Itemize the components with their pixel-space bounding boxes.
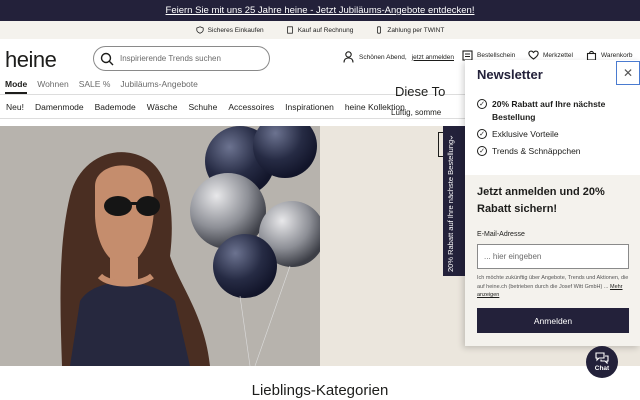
- legal-text: Ich möchte zukünftig über Angebote, Tren…: [477, 274, 632, 300]
- check-circle-icon: ✓: [477, 146, 487, 156]
- nav-item-schuhe[interactable]: Schuhe: [188, 102, 217, 112]
- close-icon[interactable]: ✕: [623, 66, 633, 80]
- nav-top-wohnen[interactable]: Wohnen: [37, 79, 69, 94]
- trust-item-invoice: Kauf auf Rechnung: [286, 26, 354, 34]
- benefit-item: ✓ Exklusive Vorteile: [477, 128, 627, 141]
- benefit-item: ✓ 20% Rabatt auf Ihre nächste Bestellung: [477, 98, 627, 124]
- phone-icon: [377, 26, 382, 34]
- search-input[interactable]: [120, 54, 260, 63]
- greeting-text: Schönen Abend,: [359, 53, 407, 61]
- nav-item-waesche[interactable]: Wäsche: [147, 102, 178, 112]
- trust-item-secure: Sicheres Einkaufen: [196, 26, 264, 34]
- nav-item-bademode[interactable]: Bademode: [95, 102, 136, 112]
- section-title: Lieblings-Kategorien: [251, 382, 389, 399]
- check-circle-icon: ✓: [477, 99, 487, 109]
- promo-bar[interactable]: Feiern Sie mit uns 25 Jahre heine - Jetz…: [0, 0, 640, 21]
- trust-item-twint: Zahlung per TWINT: [375, 26, 444, 34]
- nav-item-damenmode[interactable]: Damenmode: [35, 102, 84, 112]
- wishlist-label: Merkzettel: [543, 51, 573, 59]
- nav-item-neu[interactable]: Neu!: [6, 102, 24, 112]
- chat-button[interactable]: Chat: [586, 346, 618, 378]
- side-tab-label: 20% Rabatt auf Ihre nächste Bestellung: [446, 139, 455, 272]
- shield-icon: [196, 26, 204, 34]
- trust-label: Kauf auf Rechnung: [297, 26, 354, 34]
- hero-title: Diese To: [395, 84, 446, 99]
- benefit-item: ✓ Trends & Schnäppchen: [477, 145, 627, 158]
- check-circle-icon: ✓: [477, 129, 487, 139]
- trust-label: Zahlung per TWINT: [387, 26, 445, 34]
- user-icon[interactable]: [343, 51, 354, 63]
- legal-copy: Ich möchte zukünftig über Angebote, Tren…: [477, 275, 629, 290]
- wishlist-button[interactable]: Merkzettel: [528, 50, 573, 60]
- nav-item-accessoires[interactable]: Accessoires: [228, 102, 274, 112]
- heart-icon[interactable]: [528, 50, 539, 60]
- nav-item-inspirationen[interactable]: Inspirationen: [285, 102, 334, 112]
- benefit-text: Trends & Schnäppchen: [492, 146, 581, 156]
- newsletter-form: Jetzt anmelden und 20% Rabatt sichern! E…: [465, 175, 640, 346]
- benefit-text: 20% Rabatt auf Ihre nächste Bestellung: [492, 99, 606, 122]
- discount-side-tab[interactable]: › 20% Rabatt auf Ihre nächste Bestellung: [443, 126, 465, 276]
- email-label: E-Mail-Adresse: [477, 231, 525, 238]
- newsletter-header: Newsletter ✕ ✓ 20% Rabatt auf Ihre nächs…: [465, 60, 640, 175]
- search-icon[interactable]: [100, 52, 114, 66]
- nav-top-jubilaeum[interactable]: Jubiläums-Angebote: [120, 79, 198, 94]
- nav-top-mode[interactable]: Mode: [5, 79, 28, 94]
- cart-label: Warenkorb: [601, 52, 633, 59]
- chat-bubble-icon[interactable]: [595, 352, 609, 364]
- search-bar[interactable]: [93, 46, 270, 71]
- email-field[interactable]: [477, 244, 629, 269]
- hero-image[interactable]: [0, 126, 320, 366]
- logo[interactable]: heine: [5, 47, 57, 73]
- newsletter-title: Newsletter: [477, 67, 543, 82]
- newsletter-panel: Newsletter ✕ ✓ 20% Rabatt auf Ihre nächs…: [465, 60, 640, 346]
- chat-label: Chat: [594, 365, 610, 372]
- newsletter-headline: Jetzt anmelden und 20% Rabatt sichern!: [477, 186, 605, 215]
- hero-photo: [0, 126, 320, 366]
- invoice-icon: [286, 26, 293, 34]
- benefit-text: Exklusive Vorteile: [492, 129, 559, 139]
- order-form-label: Bestellschein: [477, 52, 516, 59]
- nav-top-sale[interactable]: SALE %: [79, 79, 111, 94]
- close-button[interactable]: ✕: [616, 61, 640, 85]
- hero-subtitle: Luftig, somme: [391, 108, 442, 117]
- trust-bar: Sicheres Einkaufen Kauf auf Rechnung Zah…: [0, 21, 640, 39]
- login-link[interactable]: jetzt anmelden: [412, 54, 454, 61]
- promo-link[interactable]: Feiern Sie mit uns 25 Jahre heine - Jetz…: [166, 5, 475, 16]
- trust-label: Sicheres Einkaufen: [207, 26, 264, 34]
- account-greeting[interactable]: Schönen Abend, jetzt anmelden: [343, 51, 454, 63]
- subscribe-button[interactable]: Anmelden: [477, 308, 629, 333]
